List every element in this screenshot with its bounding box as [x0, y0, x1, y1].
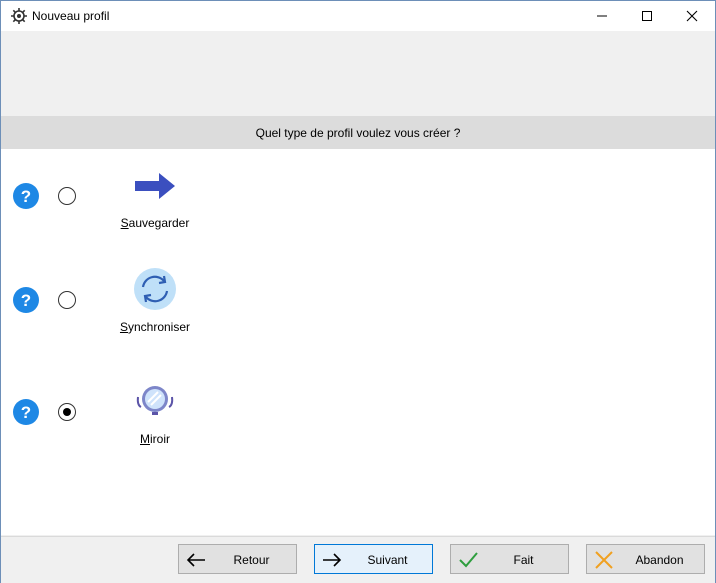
window-title: Nouveau profil: [32, 9, 110, 23]
option-row-miroir: ? Miroir: [1, 365, 715, 465]
title-bar[interactable]: Nouveau profil: [1, 1, 715, 31]
minimize-icon: [597, 15, 607, 17]
back-button[interactable]: Retour: [178, 544, 297, 574]
option-row-synchroniser: ? Synchroniser: [1, 253, 715, 353]
cancel-button[interactable]: Abandon: [586, 544, 705, 574]
close-icon: [686, 10, 698, 22]
sync-icon[interactable]: [133, 267, 177, 311]
radio-miroir[interactable]: [58, 403, 76, 421]
gear-app-icon: [11, 8, 27, 24]
next-button[interactable]: Suivant: [314, 544, 433, 574]
question-icon[interactable]: ?: [13, 287, 39, 313]
back-button-label: Retour: [233, 553, 270, 567]
done-button-label: Fait: [513, 553, 534, 567]
cross-icon: [595, 551, 613, 569]
radio-selected-dot: [63, 408, 71, 416]
arrow-left-icon: [186, 553, 205, 567]
next-button-label: Suivant: [367, 553, 408, 567]
radio-synchroniser[interactable]: [58, 291, 76, 309]
question-icon[interactable]: ?: [13, 399, 39, 425]
option-row-sauvegarder: ? Sauvegarder: [1, 149, 715, 249]
option-label-sauvegarder[interactable]: Sauvegarder: [95, 216, 215, 230]
checkmark-icon: [459, 552, 478, 568]
svg-text:?: ?: [21, 187, 31, 206]
close-button[interactable]: [669, 1, 715, 31]
options-panel: ? Sauvegarder ? Synchroniser ? Miroir: [1, 149, 715, 535]
arrow-right-icon: [323, 553, 342, 567]
svg-text:?: ?: [21, 291, 31, 310]
option-label-miroir[interactable]: Miroir: [95, 432, 215, 446]
svg-text:?: ?: [21, 403, 31, 422]
cancel-button-label: Abandon: [635, 553, 684, 567]
maximize-icon: [642, 11, 652, 21]
question-icon[interactable]: ?: [13, 183, 39, 209]
maximize-button[interactable]: [624, 1, 670, 31]
question-header: Quel type de profil voulez vous créer ?: [1, 116, 715, 149]
mirror-icon[interactable]: [133, 379, 177, 423]
done-button[interactable]: Fait: [450, 544, 569, 574]
minimize-button[interactable]: [579, 1, 625, 31]
radio-sauvegarder[interactable]: [58, 187, 76, 205]
arrow-right-icon[interactable]: [133, 165, 177, 209]
dialog-window: Nouveau profil Quel type de profil voule…: [0, 0, 716, 583]
button-bar: Retour Suivant Fait Abandon: [1, 536, 715, 583]
option-label-synchroniser[interactable]: Synchroniser: [95, 320, 215, 334]
question-text: Quel type de profil voulez vous créer ?: [255, 126, 461, 140]
